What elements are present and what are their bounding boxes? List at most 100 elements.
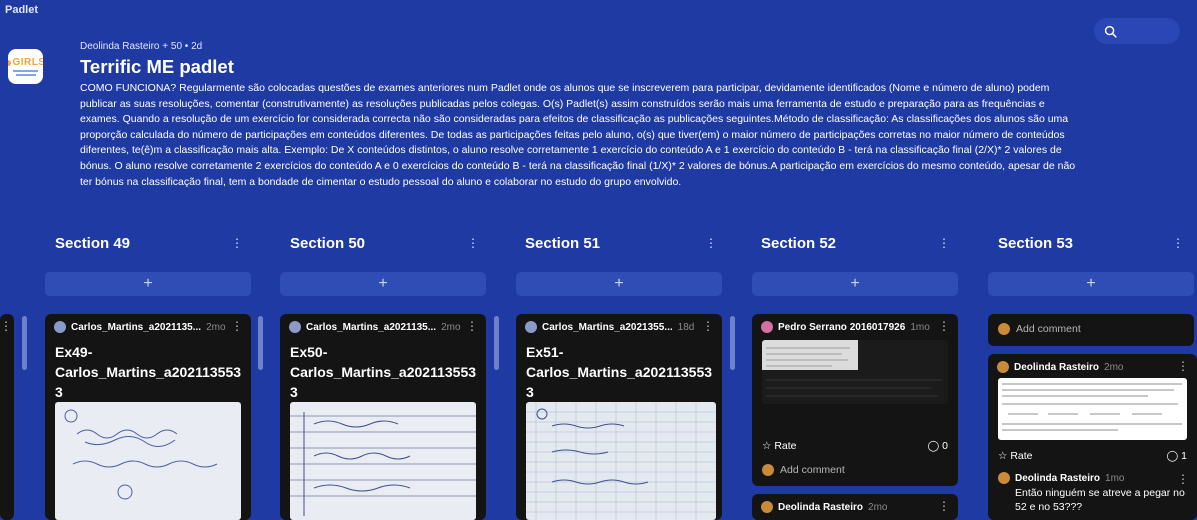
add-post-button[interactable]: +	[752, 272, 958, 296]
logo-text: GIRLS	[12, 57, 43, 68]
section-menu-icon[interactable]: ⋮	[231, 236, 243, 250]
section-header-49: Section 49 ⋮	[55, 231, 245, 257]
column-scrollbar[interactable]	[258, 316, 263, 370]
comment-count-value: 1	[1181, 450, 1187, 462]
post-attachment-image[interactable]	[526, 402, 716, 520]
post-title: Ex50- Carlos_Martins_a202113553 3	[290, 344, 477, 400]
comment-time: 1mo	[1105, 472, 1125, 484]
add-post-button[interactable]: +	[280, 272, 486, 296]
comment-icon: ◯	[927, 440, 940, 452]
column-scrollbar[interactable]	[22, 316, 27, 370]
rate-row: ☆ Rate ◯ 0	[762, 440, 948, 452]
comment-author: Deolinda Rasteiro 1mo	[998, 472, 1188, 484]
grid-paper-image	[526, 402, 716, 520]
post-menu-icon[interactable]: ⋮	[938, 319, 950, 333]
padlet-meta: Deolinda Rasteiro + 50 • 2d	[80, 41, 203, 52]
post-author: Carlos_Martins_a2021135... 2mo	[280, 314, 486, 340]
post-card[interactable]: Pedro Serrano 2016017926 1mo ⋮ ☆ Rate ◯ …	[752, 314, 958, 486]
post-author: Carlos_Martins_a2021355... 18d	[516, 314, 722, 340]
section-menu-icon[interactable]: ⋮	[705, 236, 717, 250]
search-button[interactable]	[1094, 18, 1180, 44]
section-title: Section 51	[525, 235, 601, 252]
post-title: Ex49- Carlos_Martins_a202113553 3	[55, 344, 242, 400]
padlet-logo-text[interactable]: Padlet	[5, 4, 38, 16]
logo-stripe	[13, 70, 38, 72]
avatar	[998, 472, 1010, 484]
post-menu-icon[interactable]: ⋮	[938, 499, 950, 513]
post-card[interactable]: Add comment	[988, 314, 1194, 346]
section-menu-icon[interactable]: ⋮	[467, 236, 479, 250]
section-header-52: Section 52 ⋮	[761, 231, 951, 257]
post-menu-icon[interactable]: ⋮	[1177, 359, 1189, 373]
comment-text: Então ninguém se atreve a pegar no 52 e …	[1015, 487, 1185, 513]
avatar	[761, 321, 773, 333]
section-title: Section 50	[290, 235, 366, 252]
star-icon: ☆	[998, 450, 1008, 462]
comment-item: Deolinda Rasteiro 1mo Então ninguém se a…	[998, 472, 1188, 514]
column-scrollbar[interactable]	[730, 316, 735, 370]
star-icon: ☆	[762, 440, 772, 452]
add-comment-placeholder: Add comment	[780, 464, 845, 476]
section-menu-icon[interactable]: ⋮	[938, 236, 950, 250]
post-card[interactable]: Carlos_Martins_a2021355... 18d ⋮ Ex51- C…	[516, 314, 722, 520]
post-title: Ex51- Carlos_Martins_a202113553 3	[526, 344, 713, 400]
add-post-button[interactable]: +	[516, 272, 722, 296]
author-name: Carlos_Martins_a2021355...	[542, 321, 673, 333]
section-header-53: Section 53 ⋮	[998, 231, 1188, 257]
avatar	[998, 323, 1010, 335]
post-card[interactable]: Deolinda Rasteiro 2mo ⋮	[752, 494, 958, 520]
column-scrollbar[interactable]	[494, 316, 499, 370]
add-post-button[interactable]: +	[988, 272, 1194, 296]
post-menu-icon[interactable]: ⋮	[702, 319, 714, 333]
post-attachment-image[interactable]	[290, 402, 476, 520]
author-name: Carlos_Martins_a2021135...	[306, 321, 437, 333]
page-title: Terrific ME padlet	[80, 56, 234, 77]
post-menu-icon[interactable]: ⋮	[0, 319, 12, 333]
post-author: Pedro Serrano 2016017926 1mo	[752, 314, 958, 340]
post-time: 2mo	[206, 321, 226, 333]
post-author: Deolinda Rasteiro 2mo	[752, 494, 958, 520]
screenshot-image	[762, 340, 942, 397]
avatar	[761, 501, 773, 513]
rate-row: ☆ Rate ◯ 1	[998, 450, 1187, 462]
comment-count-value: 0	[942, 440, 948, 452]
post-attachment-image[interactable]	[762, 340, 948, 404]
add-comment-field[interactable]: Add comment	[762, 464, 845, 476]
post-attachment-image[interactable]	[998, 378, 1187, 440]
search-icon	[1104, 25, 1117, 38]
partial-post-card[interactable]: ⋮	[0, 314, 14, 520]
comment-count[interactable]: ◯ 0	[927, 440, 948, 452]
avatar	[525, 321, 537, 333]
rate-label: Rate	[774, 440, 797, 452]
post-attachment-image[interactable]	[55, 402, 241, 520]
post-card[interactable]: Carlos_Martins_a2021135... 2mo ⋮ Ex49- C…	[45, 314, 251, 520]
section-title: Section 49	[55, 235, 131, 252]
padlet-description: COMO FUNCIONA? Regularmente são colocada…	[80, 82, 1076, 188]
post-author: Deolinda Rasteiro 2mo	[988, 354, 1197, 380]
post-menu-icon[interactable]: ⋮	[231, 319, 243, 333]
section-title: Section 52	[761, 235, 837, 252]
avatar	[997, 361, 1009, 373]
logo-stripe	[15, 74, 36, 76]
comment-count[interactable]: ◯ 1	[1166, 450, 1187, 462]
author-name: Carlos_Martins_a2021135...	[71, 321, 202, 333]
section-header-51: Section 51 ⋮	[525, 231, 717, 257]
logo-dot	[8, 59, 12, 66]
handwriting-image	[64, 409, 218, 500]
post-time: 2mo	[1104, 361, 1124, 373]
rate-button[interactable]: ☆ Rate	[762, 440, 797, 452]
section-menu-icon[interactable]: ⋮	[1172, 236, 1184, 250]
add-comment-field[interactable]: Add comment	[998, 323, 1081, 335]
author-name: Deolinda Rasteiro	[1015, 472, 1101, 484]
comment-menu-icon[interactable]: ⋮	[1177, 472, 1189, 486]
avatar	[762, 464, 774, 476]
post-time: 2mo	[441, 321, 461, 333]
post-author: Carlos_Martins_a2021135... 2mo	[45, 314, 251, 340]
section-title: Section 53	[998, 235, 1074, 252]
author-name: Deolinda Rasteiro	[778, 501, 864, 513]
add-post-button[interactable]: +	[45, 272, 251, 296]
post-menu-icon[interactable]: ⋮	[466, 319, 478, 333]
post-card[interactable]: Deolinda Rasteiro 2mo ⋮ ☆ Rate ◯ 1 Deoli…	[988, 354, 1197, 520]
rate-button[interactable]: ☆ Rate	[998, 450, 1033, 462]
post-card[interactable]: Carlos_Martins_a2021135... 2mo ⋮ Ex50- C…	[280, 314, 486, 520]
